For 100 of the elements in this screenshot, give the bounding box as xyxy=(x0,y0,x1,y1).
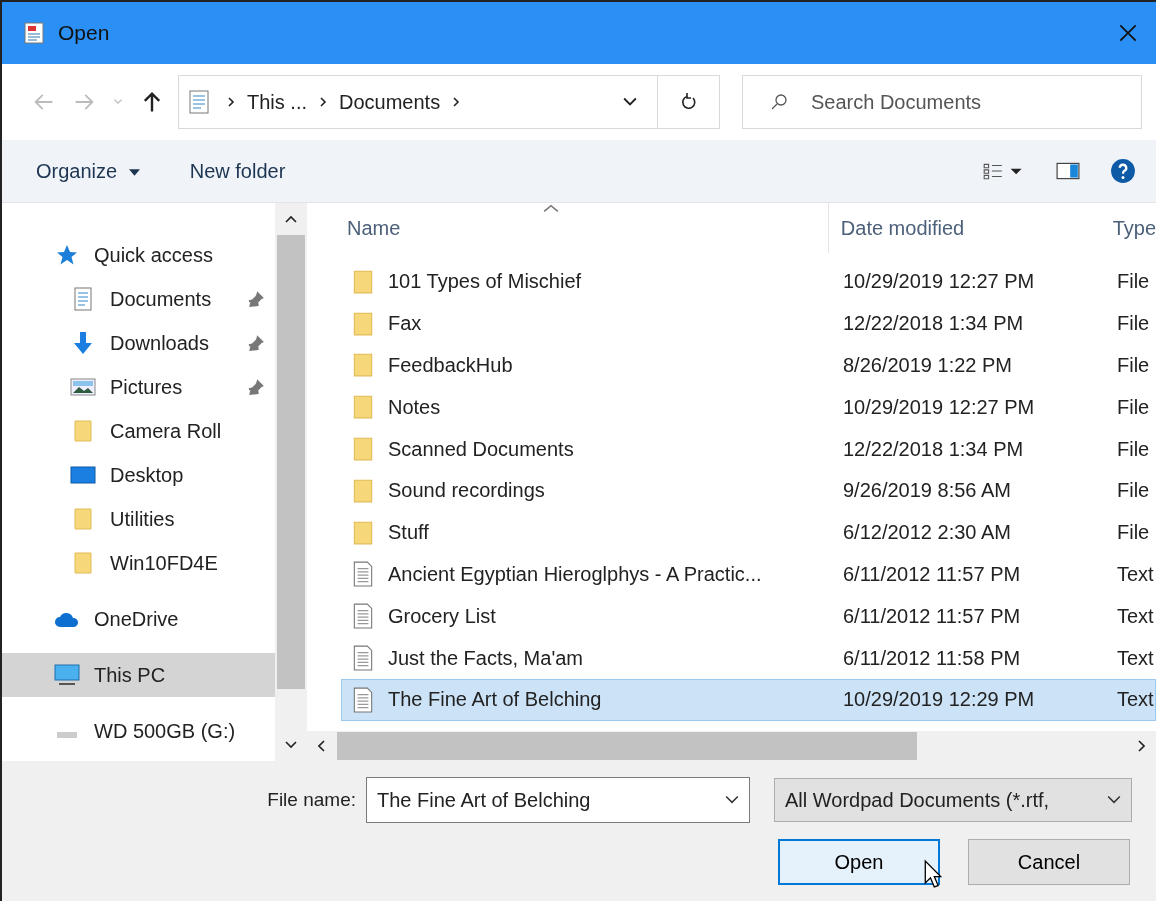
file-row[interactable]: Scanned Documents 12/22/2018 1:34 PM File xyxy=(341,428,1156,470)
sidebar-item[interactable]: Camera Roll xyxy=(2,409,275,453)
pin-icon xyxy=(247,290,265,308)
address-bar[interactable]: This ... Documents xyxy=(178,75,658,129)
date-cell-text: 8/26/2019 1:22 PM xyxy=(842,354,1013,377)
type-cell-text: File xyxy=(1116,395,1151,419)
column-header[interactable]: Type xyxy=(1100,203,1156,253)
file-name: Grocery List xyxy=(388,604,496,628)
refresh-button[interactable] xyxy=(658,75,720,129)
horizontal-scrollbar[interactable] xyxy=(307,731,1156,761)
type-cell-text: File xyxy=(1116,270,1151,294)
cancel-button[interactable]: Cancel xyxy=(968,839,1130,885)
date-cell-text: 6/11/2012 11:57 PM xyxy=(842,604,1022,628)
date-cell-text: 12/22/2018 1:34 PM xyxy=(842,312,1025,336)
file-row[interactable]: Sound recordings 9/26/2019 8:56 AM File xyxy=(341,470,1156,512)
new-folder-button[interactable]: New folder xyxy=(185,153,290,189)
column-header[interactable]: Name xyxy=(307,203,828,253)
sidebar-item[interactable]: Desktop xyxy=(2,453,275,497)
text-file-icon xyxy=(352,603,374,630)
type-cell-text: File xyxy=(1116,354,1151,377)
document-icon xyxy=(189,90,209,114)
type-cell-text: Text xyxy=(1116,688,1155,712)
folder-icon xyxy=(352,519,374,546)
open-button[interactable]: Open xyxy=(778,839,940,885)
search-field[interactable]: Search Documents xyxy=(742,75,1142,129)
text-file-icon xyxy=(352,645,374,672)
folder-icon xyxy=(352,394,374,421)
file-row[interactable]: Fax 12/22/2018 1:34 PM File xyxy=(341,302,1156,345)
file-row[interactable]: Stuff 6/12/2012 2:30 AM File xyxy=(341,511,1156,554)
desktop-icon xyxy=(70,463,96,487)
sidebar-item[interactable]: Pictures xyxy=(2,365,275,409)
chevron-down-icon[interactable] xyxy=(623,97,637,107)
date-cell-text: 12/22/2018 1:34 PM xyxy=(842,437,1025,461)
folder-icon xyxy=(352,352,374,379)
date-cell-text: 6/11/2012 11:58 PM xyxy=(842,646,1022,670)
file-name: Stuff xyxy=(388,521,429,545)
vertical-scrollbar[interactable] xyxy=(275,203,307,761)
sidebar-item[interactable]: Downloads xyxy=(2,321,275,365)
folder-icon xyxy=(352,477,374,504)
folder-icon xyxy=(352,310,374,337)
file-row[interactable]: 101 Types of Mischief 10/29/2019 12:27 PM File xyxy=(341,261,1156,303)
drive-icon xyxy=(57,732,77,738)
chevron-down-icon xyxy=(285,741,297,749)
text-file-icon xyxy=(352,686,374,713)
date-cell-text: 6/12/2012 2:30 AM xyxy=(842,521,1012,545)
file-row[interactable]: Just the Facts, Ma'am 6/11/2012 11:58 PM Text xyxy=(341,637,1156,679)
file-name: 101 Types of Mischief xyxy=(388,270,582,294)
pin-icon xyxy=(247,378,265,396)
file-name: FeedbackHub xyxy=(388,354,513,377)
caret-down-icon xyxy=(128,168,140,176)
monitor-icon xyxy=(54,663,80,687)
close-icon xyxy=(1117,22,1139,44)
date-cell-text: 10/29/2019 12:27 PM xyxy=(842,395,1036,419)
sidebar-item[interactable]: Win10FD4E xyxy=(2,541,275,585)
file-name: Notes xyxy=(388,395,441,419)
chevron-left-icon xyxy=(318,740,326,752)
pin-icon xyxy=(247,334,265,352)
type-cell-text: Text xyxy=(1116,604,1155,628)
file-row[interactable]: Notes 10/29/2019 12:27 PM File xyxy=(341,386,1156,429)
breadcrumb[interactable]: This ... xyxy=(247,90,307,114)
sort-up-icon xyxy=(543,203,559,213)
star-icon xyxy=(54,243,80,267)
file-name: Sound recordings xyxy=(388,479,545,503)
search-input[interactable]: Search Documents xyxy=(809,89,1141,115)
file-type-dropdown[interactable]: All Wordpad Documents (*.rtf, xyxy=(774,778,1132,822)
chevron-right-icon xyxy=(1137,740,1145,752)
type-cell-text: Text xyxy=(1116,646,1155,670)
file-row[interactable]: Ancient Egyptian Hieroglphys - A Practic... 6/11/2012 11:57 PM Text xyxy=(341,553,1156,596)
chevron-down-icon xyxy=(725,795,739,805)
file-row[interactable]: Grocery List 6/11/2012 11:57 PM Text xyxy=(341,595,1156,638)
file-name: Scanned Documents xyxy=(388,437,574,461)
sidebar-item[interactable]: Quick access xyxy=(2,233,275,277)
date-cell-text: 10/29/2019 12:27 PM xyxy=(842,270,1036,294)
file-name: Fax xyxy=(388,312,422,336)
type-cell-text: Text xyxy=(1116,562,1155,586)
file-row[interactable]: The Fine Art of Belching 10/29/2019 12:29 PM Text xyxy=(341,678,1156,721)
file-name-label: File name: xyxy=(267,789,356,811)
picture-icon xyxy=(70,375,96,399)
date-cell-text: 6/11/2012 11:57 PM xyxy=(842,562,1022,586)
window-title: Open xyxy=(58,21,110,45)
sidebar-item[interactable]: WD 500GB (G:) xyxy=(2,709,275,753)
file-name: Just the Facts, Ma'am xyxy=(388,646,583,670)
search-icon xyxy=(769,92,789,112)
sidebar-item[interactable]: OneDrive xyxy=(2,597,275,641)
text-file-icon xyxy=(352,561,374,588)
file-name: Ancient Egyptian Hieroglphys - A Practic... xyxy=(388,562,762,586)
type-cell-text: File xyxy=(1116,521,1151,545)
sidebar-item[interactable]: Utilities xyxy=(2,497,275,541)
chevron-down-icon xyxy=(1107,795,1121,805)
file-name: The Fine Art of Belching xyxy=(388,688,602,712)
file-name-field[interactable]: The Fine Art of Belching xyxy=(366,777,750,823)
sidebar-item[interactable]: This PC xyxy=(2,653,275,697)
breadcrumb[interactable]: Documents xyxy=(339,90,441,114)
sidebar-item[interactable]: Documents xyxy=(2,277,275,321)
organize-menu-button[interactable]: Organize xyxy=(32,153,144,189)
date-cell-text: 9/26/2019 8:56 AM xyxy=(842,479,1012,503)
chevron-up-icon xyxy=(285,215,297,223)
file-row[interactable]: FeedbackHub 8/26/2019 1:22 PM File xyxy=(341,344,1156,387)
column-header[interactable]: Date modified xyxy=(827,203,1101,253)
type-cell-text: File xyxy=(1116,437,1151,461)
